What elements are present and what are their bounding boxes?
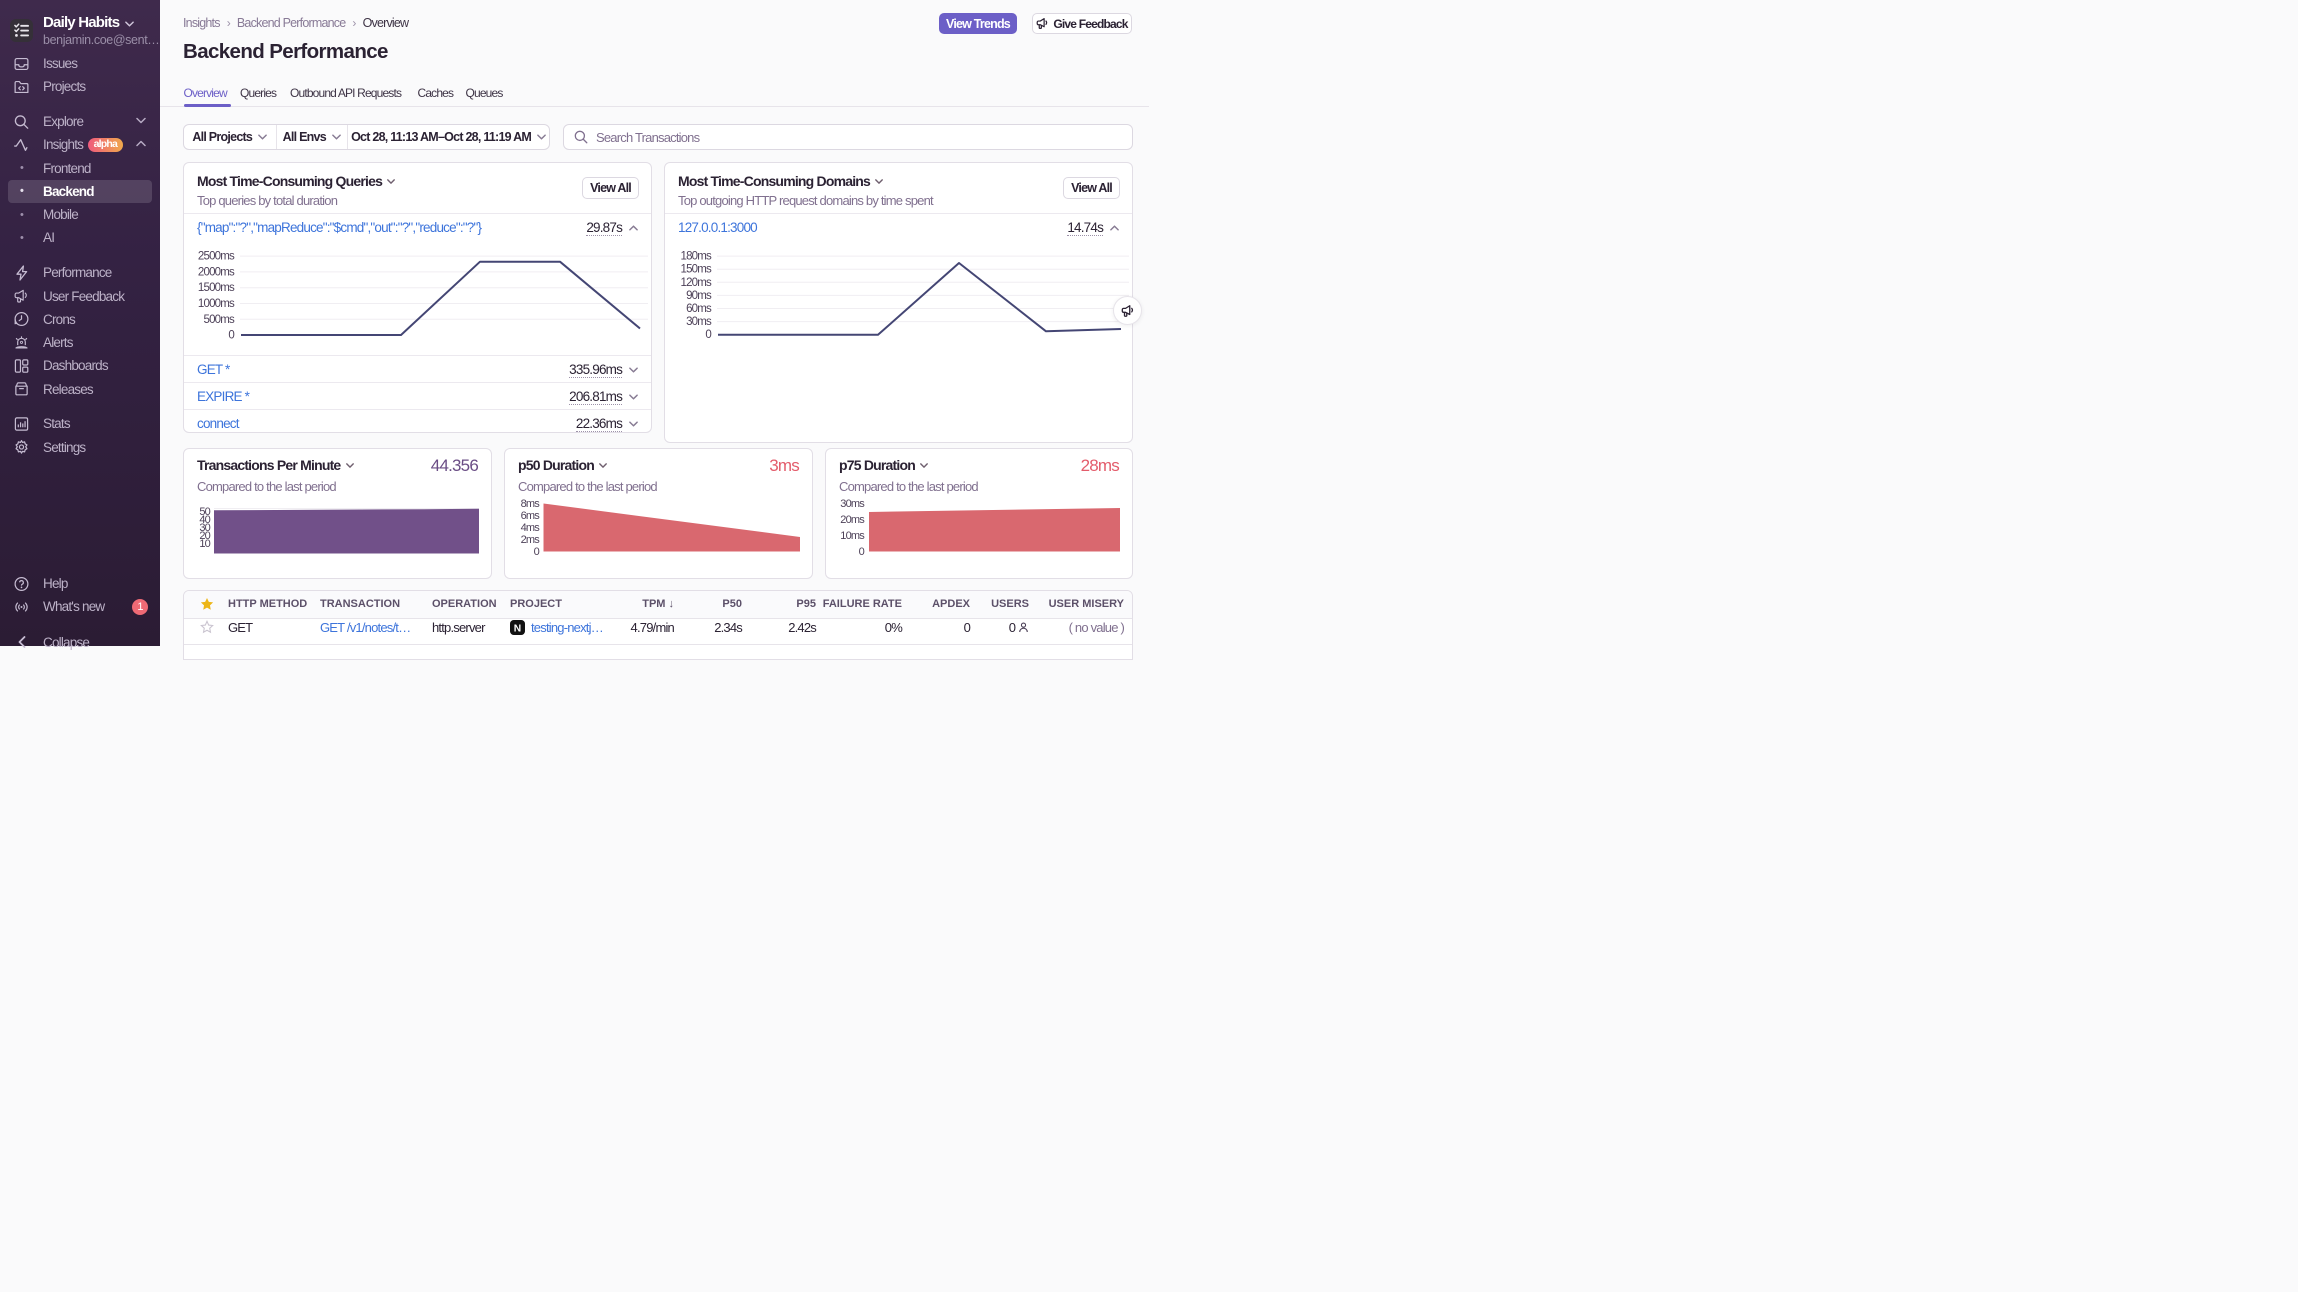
- svg-text:10: 10: [199, 538, 210, 550]
- svg-text:30ms: 30ms: [686, 316, 712, 328]
- svg-text:2500ms: 2500ms: [198, 251, 235, 263]
- svg-text:0: 0: [228, 330, 234, 342]
- svg-text:120ms: 120ms: [680, 277, 712, 289]
- svg-text:2ms: 2ms: [521, 534, 541, 546]
- svg-text:N: N: [514, 623, 521, 634]
- svg-text:180ms: 180ms: [680, 251, 712, 263]
- svg-text:90ms: 90ms: [686, 290, 712, 302]
- svg-text:60ms: 60ms: [686, 303, 712, 315]
- svg-text:30ms: 30ms: [840, 498, 865, 510]
- svg-text:0: 0: [534, 546, 540, 558]
- svg-text:150ms: 150ms: [680, 264, 712, 276]
- svg-text:2000ms: 2000ms: [198, 266, 235, 278]
- svg-text:4ms: 4ms: [521, 522, 541, 534]
- svg-text:0: 0: [705, 329, 711, 341]
- svg-text:1500ms: 1500ms: [198, 282, 235, 294]
- svg-text:500ms: 500ms: [203, 314, 235, 326]
- svg-text:10ms: 10ms: [840, 530, 865, 542]
- svg-text:0: 0: [859, 546, 865, 558]
- svg-text:8ms: 8ms: [521, 498, 541, 510]
- svg-text:20ms: 20ms: [840, 514, 865, 526]
- svg-text:6ms: 6ms: [521, 510, 541, 522]
- svg-text:1000ms: 1000ms: [198, 298, 235, 310]
